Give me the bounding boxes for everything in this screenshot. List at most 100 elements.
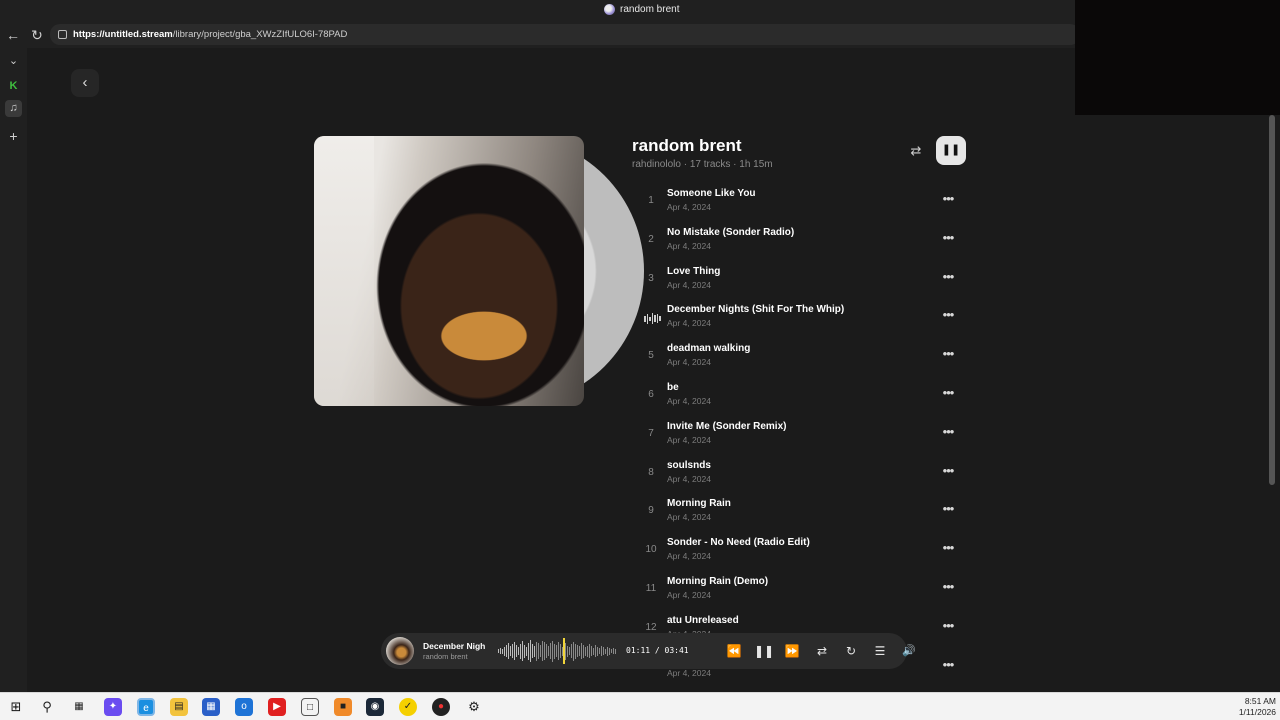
rewind-icon[interactable]: ⏪ — [725, 642, 743, 660]
playlist-cover — [314, 136, 644, 406]
more-dots-icon[interactable]: ••• — [937, 268, 959, 286]
track-number: 2 — [648, 233, 654, 245]
more-dots-icon[interactable]: ••• — [937, 423, 959, 441]
playlist-meta: rahdinololo · 17 tracks · 1h 15m — [632, 159, 773, 170]
track-row[interactable]: 5 deadman walking Apr 4, 2024 ••• — [632, 336, 972, 375]
system-clock[interactable]: 8:51 AM 1/11/2026 — [1239, 696, 1276, 718]
waveform-scrubber[interactable] — [498, 639, 617, 663]
player-bar: December Nights (Shit For The Whip) rand… — [381, 633, 916, 669]
url-bar[interactable]: https://untitled.stream/library/project/… — [50, 24, 1080, 45]
waveform-bar — [543, 642, 545, 660]
file-explorer-icon[interactable]: ▤ — [170, 698, 188, 716]
steam-icon[interactable]: ◉ — [366, 698, 384, 716]
track-row[interactable]: 11 Morning Rain (Demo) Apr 4, 2024 ••• — [632, 569, 972, 608]
waveform-bar — [547, 646, 549, 656]
repeat-icon[interactable]: ↻ — [842, 642, 860, 660]
track-row[interactable]: December Nights (Shit For The Whip) Apr 4… — [632, 297, 972, 336]
waveform-bar — [537, 643, 539, 659]
more-dots-icon[interactable]: ••• — [937, 229, 959, 247]
track-number: 7 — [648, 427, 654, 439]
more-dots-icon[interactable]: ••• — [937, 345, 959, 363]
track-date: Apr 4, 2024 — [667, 318, 711, 329]
player-time: 01:11 / 03:41 — [626, 646, 689, 655]
waveform-bar — [595, 645, 597, 657]
waveform-bar — [521, 641, 523, 661]
waveform-bar — [513, 642, 515, 660]
waveform-bar — [507, 643, 509, 659]
track-row[interactable]: 1 Someone Like You Apr 4, 2024 ••• — [632, 181, 972, 220]
waveform-bar — [541, 641, 543, 661]
waveform-bar — [607, 646, 609, 656]
page-scrollbar[interactable] — [1269, 115, 1275, 485]
more-dots-icon[interactable]: ••• — [937, 617, 959, 635]
back-button[interactable]: ‹ — [71, 69, 99, 97]
queue-icon[interactable]: ☰ — [871, 642, 889, 660]
waveform-bar — [509, 646, 511, 656]
track-row[interactable]: 2 No Mistake (Sonder Radio) Apr 4, 2024 ••• — [632, 220, 972, 259]
task-view-icon[interactable]: ▦ — [70, 698, 88, 716]
playhead[interactable] — [563, 638, 565, 664]
video-overlay — [1075, 0, 1280, 115]
app-window-icon[interactable]: □ — [301, 698, 319, 716]
track-date: Apr 4, 2024 — [667, 240, 711, 251]
track-row[interactable]: 9 Morning Rain Apr 4, 2024 ••• — [632, 491, 972, 530]
track-number: 3 — [648, 272, 654, 284]
track-title: No Mistake (Sonder Radio) — [667, 226, 795, 238]
waveform-bar — [597, 646, 599, 656]
more-dots-icon[interactable]: ••• — [937, 190, 959, 208]
waveform-bar — [533, 645, 535, 657]
youtube-icon[interactable]: ▶ — [268, 698, 286, 716]
more-dots-icon[interactable]: ••• — [937, 578, 959, 596]
track-row[interactable]: 3 Love Thing Apr 4, 2024 ••• — [632, 259, 972, 298]
waveform-bar — [527, 642, 529, 660]
shuffle-icon[interactable]: ⇄ — [813, 642, 831, 660]
track-number: 1 — [648, 195, 654, 206]
track-row[interactable]: 10 Sonder - No Need (Radio Edit) Apr 4, 20… — [632, 530, 972, 569]
waveform-bar — [611, 649, 613, 653]
waveform-bar — [553, 643, 555, 659]
norton-icon[interactable]: ✓ — [399, 698, 417, 716]
track-row[interactable]: 7 Invite Me (Sonder Remix) Apr 4, 2024 ••• — [632, 414, 972, 453]
waveform-bar — [545, 644, 547, 658]
copilot-icon[interactable]: ✦ — [104, 698, 122, 716]
waveform-bar — [571, 644, 573, 658]
store-icon[interactable]: ▦ — [202, 698, 220, 716]
more-dots-icon[interactable]: ••• — [937, 539, 959, 557]
edge-browser-icon[interactable]: e — [137, 698, 155, 716]
outlook-icon[interactable]: o — [235, 698, 253, 716]
more-dots-icon[interactable]: ••• — [937, 500, 959, 518]
window-title: random brent — [604, 4, 679, 15]
extension-k-icon[interactable]: K — [5, 78, 22, 95]
track-row[interactable]: 8 soulsnds Apr 4, 2024 ••• — [632, 453, 972, 492]
chevron-down-icon[interactable]: ⌄ — [5, 53, 22, 70]
track-row[interactable]: 6 be Apr 4, 2024 ••• — [632, 375, 972, 414]
audio-tab-icon[interactable]: ♫ — [5, 100, 22, 117]
waveform-bar — [549, 643, 551, 659]
pause-icon[interactable]: ❚❚ — [754, 642, 774, 660]
clock-time: 8:51 AM — [1244, 696, 1276, 706]
track-title: deadman walking — [667, 343, 751, 355]
more-dots-icon[interactable]: ••• — [937, 384, 959, 402]
waveform-bar — [583, 644, 585, 658]
waveform-bar — [599, 648, 601, 654]
browser-back-icon[interactable]: ← — [4, 26, 22, 44]
more-dots-icon[interactable]: ••• — [937, 462, 959, 480]
site-info-icon[interactable] — [58, 30, 67, 39]
pause-button[interactable]: ❚❚ — [936, 136, 966, 165]
recording-app-icon[interactable]: ● — [432, 698, 450, 716]
more-dots-icon[interactable]: ••• — [937, 306, 959, 324]
fast-forward-icon[interactable]: ⏩ — [783, 642, 801, 660]
waveform-bar — [567, 645, 569, 657]
start-windows-icon[interactable]: ⊞ — [7, 698, 25, 716]
add-tab-icon[interactable]: + — [5, 128, 22, 145]
track-title: December Nights (Shit For The Whip) — [667, 304, 845, 316]
terminal-app-icon[interactable]: ■ — [334, 698, 352, 716]
reload-icon[interactable]: ↻ — [28, 26, 46, 44]
search-icon[interactable]: ⚲ — [38, 698, 56, 716]
shuffle-icon[interactable]: ⇄ — [907, 142, 925, 160]
waveform-bar — [523, 644, 525, 658]
more-dots-icon[interactable]: ••• — [937, 656, 959, 674]
settings-gear-icon[interactable]: ⚙ — [465, 698, 483, 716]
waveform-bar — [605, 648, 607, 654]
volume-icon[interactable]: 🔊 — [900, 642, 918, 660]
